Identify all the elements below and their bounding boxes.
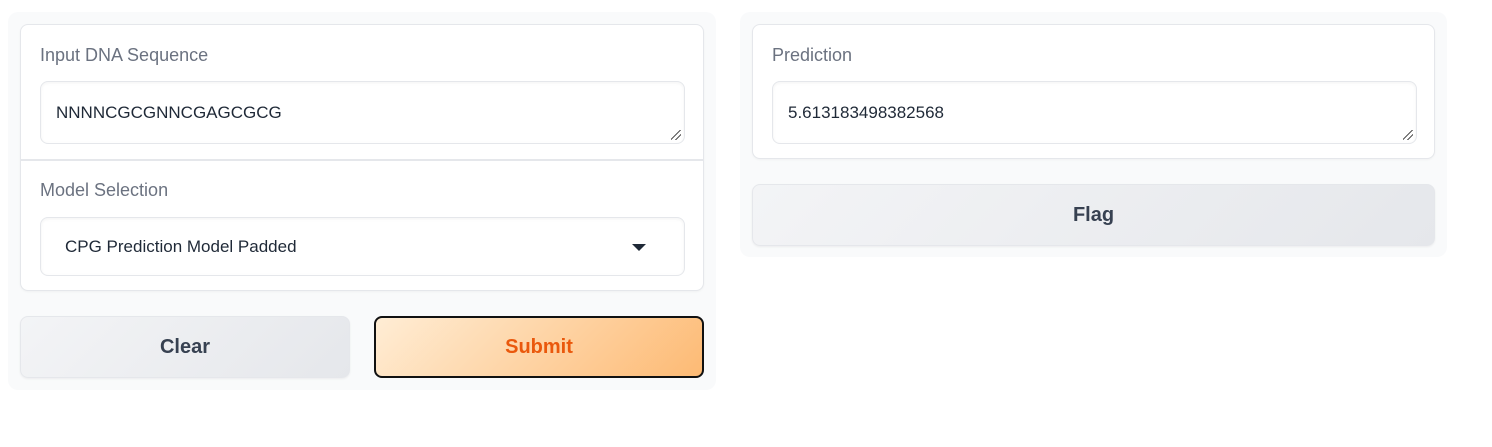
output-card: Prediction 5.613183498382568: [752, 24, 1435, 159]
output-panel: Prediction 5.613183498382568 Flag: [740, 12, 1447, 257]
resize-handle-icon[interactable]: [1403, 130, 1413, 140]
prediction-label: Prediction: [772, 45, 853, 65]
submit-button[interactable]: Submit: [374, 316, 704, 378]
clear-button[interactable]: Clear: [20, 316, 350, 378]
prediction-output[interactable]: 5.613183498382568: [772, 81, 1417, 144]
model-selection-dropdown[interactable]: CPG Prediction Model Padded: [40, 217, 685, 276]
input-panel: Input DNA Sequence NNNNCGCGNNCGAGCGCG Mo…: [8, 12, 716, 390]
prediction-value: 5.613183498382568: [788, 102, 944, 122]
model-selection-value: CPG Prediction Model Padded: [65, 236, 297, 256]
divider: [21, 159, 703, 161]
resize-handle-icon[interactable]: [671, 130, 681, 140]
dna-sequence-value: NNNNCGCGNNCGAGCGCG: [56, 102, 282, 122]
model-selection-label: Model Selection: [40, 180, 169, 200]
dna-sequence-input[interactable]: NNNNCGCGNNCGAGCGCG: [40, 81, 685, 144]
chevron-down-icon: [632, 244, 646, 251]
flag-button[interactable]: Flag: [752, 184, 1435, 246]
input-card: Input DNA Sequence NNNNCGCGNNCGAGCGCG Mo…: [20, 24, 704, 291]
dna-sequence-label: Input DNA Sequence: [40, 45, 209, 65]
